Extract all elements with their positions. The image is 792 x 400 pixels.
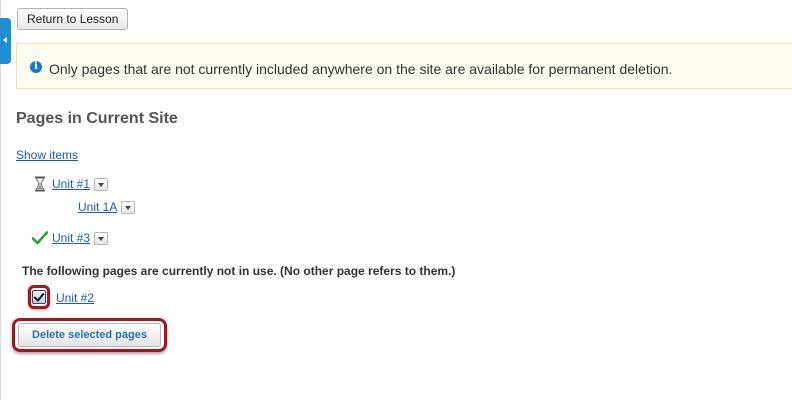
delete-button-highlight: Delete selected pages: [12, 318, 167, 352]
checkmark-icon: [32, 230, 48, 246]
page-row-unit-1a: Unit 1A: [78, 200, 136, 214]
checkbox-highlight: [28, 285, 50, 309]
return-to-lesson-button[interactable]: Return to Lesson: [17, 8, 129, 30]
show-items-link[interactable]: Show items: [16, 148, 78, 162]
info-message: Only pages that are not currently includ…: [49, 61, 673, 77]
page-row-unit-1: Unit #1: [32, 176, 109, 192]
info-icon: i: [30, 61, 42, 73]
collapse-arrow-icon: [3, 37, 7, 43]
sidebar-toggle[interactable]: [0, 18, 11, 64]
page-link-unit-3[interactable]: Unit #3: [52, 231, 90, 245]
unused-pages-note: The following pages are currently not in…: [22, 264, 456, 278]
page-row-unit-3: Unit #3: [32, 230, 109, 246]
hourglass-icon: [32, 176, 48, 192]
info-notice: i Only pages that are not currently incl…: [16, 43, 792, 89]
page-menu-dropdown-unit-3[interactable]: [94, 231, 109, 245]
page-menu-dropdown-unit-1a[interactable]: [121, 200, 136, 214]
page: Return to Lesson i Only pages that are n…: [0, 0, 792, 400]
page-link-unit-1[interactable]: Unit #1: [52, 177, 90, 191]
page-link-unit-1a[interactable]: Unit 1A: [78, 200, 117, 214]
page-link-unit-2[interactable]: Unit #2: [56, 291, 94, 305]
select-page-checkbox-unit-2[interactable]: [32, 290, 46, 304]
page-title: Pages in Current Site: [16, 110, 178, 127]
delete-selected-pages-button[interactable]: Delete selected pages: [18, 323, 161, 347]
page-menu-dropdown-unit-1[interactable]: [94, 177, 109, 191]
